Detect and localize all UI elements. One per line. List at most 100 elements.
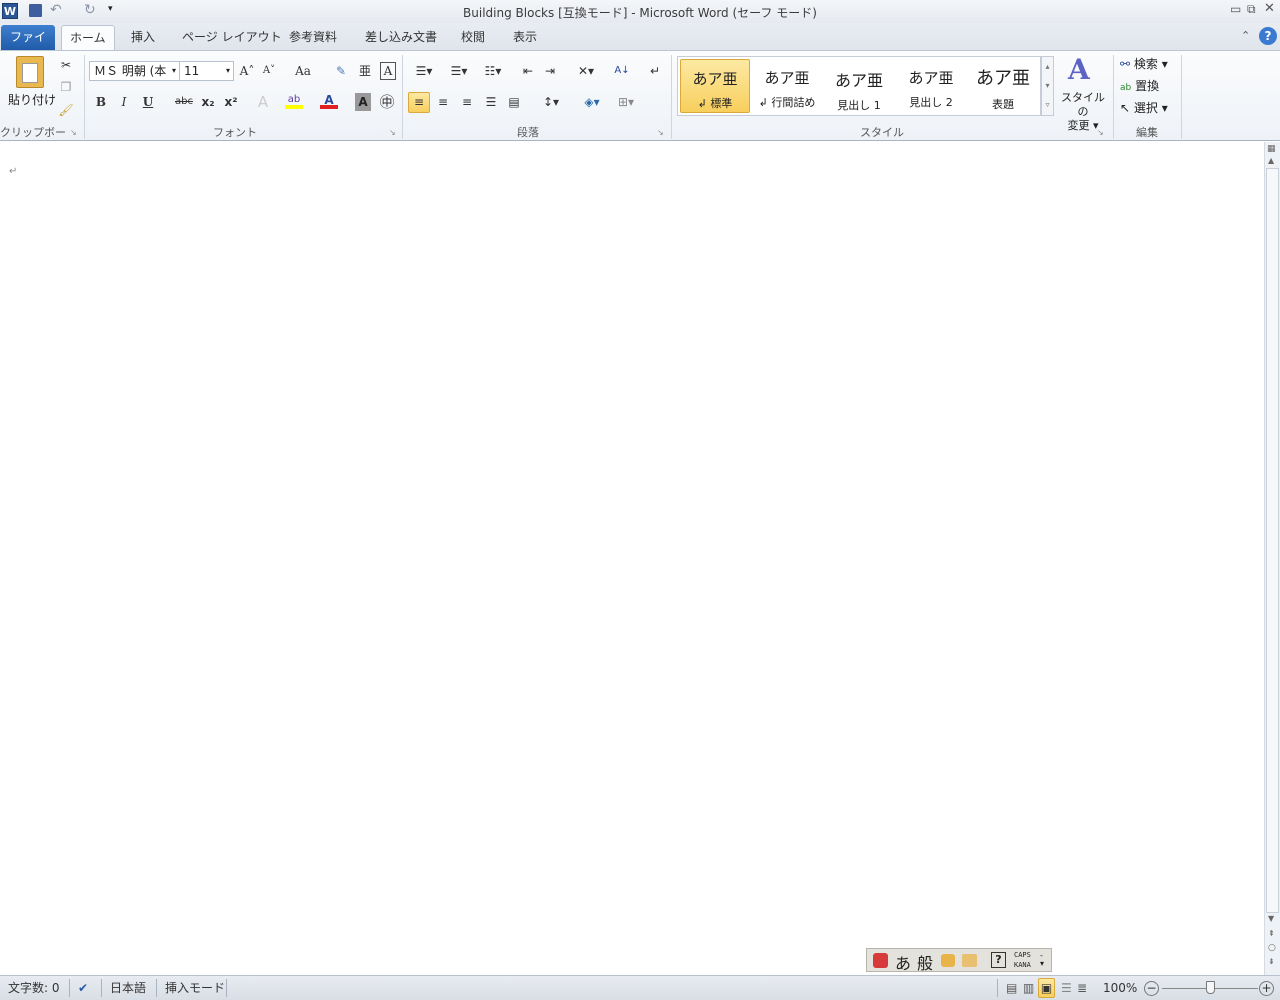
font-name-select[interactable]: ＭＳ 明朝 (本 ▾ [89, 61, 180, 81]
copy-icon[interactable]: ❐ [58, 78, 74, 96]
ime-options-icon[interactable]: - ▾ [1040, 952, 1044, 968]
language-indicator[interactable]: 日本語 [110, 979, 146, 997]
ime-icon[interactable] [873, 953, 888, 968]
conversion-mode-button[interactable]: 般 [917, 950, 933, 974]
character-border-icon[interactable]: A [380, 62, 396, 80]
font-launcher-icon[interactable]: ↘ [389, 124, 396, 142]
print-layout-icon[interactable]: ▤ [1006, 979, 1017, 997]
zoom-slider-thumb[interactable] [1206, 981, 1215, 994]
sort-button[interactable]: A↓ [613, 62, 631, 80]
scroll-down-icon[interactable]: ▼ [1268, 914, 1274, 923]
help-icon[interactable]: ? [1259, 27, 1277, 45]
font-size-select[interactable]: 11 ▾ [179, 61, 234, 81]
tab-mailings[interactable]: 差し込み文書 [357, 25, 445, 51]
zoom-level[interactable]: 100% [1103, 979, 1137, 997]
justify-button[interactable]: ☰ [482, 93, 500, 111]
replace-button[interactable]: ab 置換 [1120, 77, 1159, 94]
asian-layout-button[interactable]: ✕▾ [572, 62, 600, 80]
paste-icon[interactable] [16, 56, 44, 88]
decrease-indent-button[interactable]: ⇤ [519, 62, 537, 80]
next-page-icon[interactable]: ⇟ [1268, 957, 1275, 966]
underline-button[interactable]: U [140, 93, 156, 111]
tab-home[interactable]: ホーム [61, 25, 115, 51]
font-group-label: フォント [213, 126, 257, 139]
web-layout-icon[interactable]: ▣ [1038, 978, 1055, 998]
minimize-button[interactable]: ▭ [1230, 2, 1241, 16]
full-screen-reading-icon[interactable]: ▥ [1023, 979, 1034, 997]
text-effects-button[interactable]: A [254, 93, 272, 111]
tab-view[interactable]: 表示 [505, 25, 545, 51]
borders-button[interactable]: ⊞▾ [612, 93, 640, 111]
increase-indent-button[interactable]: ⇥ [541, 62, 559, 80]
find-button[interactable]: ⚯ 検索 ▾ [1120, 55, 1168, 72]
subscript-button[interactable]: x₂ [199, 93, 217, 111]
align-left-button[interactable]: ≡ [408, 92, 430, 113]
superscript-button[interactable]: x² [222, 93, 240, 111]
tab-review[interactable]: 校閲 [453, 25, 493, 51]
ruler-toggle-icon[interactable]: ▦ [1267, 144, 1276, 154]
align-center-button[interactable]: ≡ [434, 93, 452, 111]
style-heading-1[interactable]: あア亜 見出し 1 [824, 59, 894, 113]
show-marks-button[interactable]: ↵ [648, 62, 662, 80]
multilevel-list-button[interactable]: ☷▾ [479, 62, 507, 80]
style-no-spacing[interactable]: あア亜 ↲ 行間詰め [752, 59, 822, 113]
styles-launcher-icon[interactable]: ↘ [1097, 124, 1104, 142]
word-count[interactable]: 文字数: 0 [8, 979, 60, 997]
browse-object-icon[interactable]: ○ [1268, 943, 1276, 953]
document-area[interactable]: ↵ [0, 142, 1264, 975]
ime-pad-icon[interactable] [941, 954, 955, 967]
cut-icon[interactable]: ✂ [58, 56, 74, 74]
enclosed-character-icon[interactable]: 亜 [357, 62, 373, 80]
scroll-thumb[interactable] [1266, 168, 1279, 913]
close-button[interactable]: ✕ [1264, 1, 1275, 16]
tab-insert[interactable]: 挿入 [123, 25, 163, 51]
line-spacing-button[interactable]: ↕▾ [538, 93, 564, 111]
grow-font-button[interactable]: A˄ [238, 62, 256, 80]
bold-button[interactable]: B [93, 93, 109, 111]
change-styles-icon[interactable]: A [1068, 53, 1090, 86]
italic-button[interactable]: I [116, 93, 132, 111]
binoculars-icon: ⚯ [1120, 57, 1131, 71]
numbering-button[interactable]: ☰▾ [445, 62, 473, 80]
style-title[interactable]: あア亜 表題 [968, 59, 1038, 113]
highlight-button[interactable]: ab [285, 91, 303, 109]
ime-tools-icon[interactable] [962, 954, 977, 967]
enclose-character-button[interactable]: ㊥ [378, 93, 396, 111]
paste-button[interactable]: 貼り付け [8, 91, 56, 108]
phonetic-guide-icon[interactable]: ✎ [333, 62, 349, 80]
bullets-button[interactable]: ☰▾ [410, 62, 438, 80]
vertical-scrollbar[interactable]: ▦ ▲ ▼ ⇞ ○ ⇟ [1264, 142, 1280, 975]
distribute-button[interactable]: ▤ [505, 93, 523, 111]
draft-icon[interactable]: ≣ [1077, 979, 1087, 997]
paragraph-launcher-icon[interactable]: ↘ [657, 124, 664, 142]
ime-toolbar: あ 般 ? CAPS KANA - ▾ [866, 948, 1052, 974]
paragraph-group-label: 段落 [517, 126, 539, 139]
input-mode-button[interactable]: あ [895, 950, 911, 974]
tab-file[interactable]: ファイル [1, 25, 55, 68]
style-heading-2[interactable]: あア亜 見出し 2 [896, 59, 966, 113]
shading-button[interactable]: ◈▾ [578, 93, 606, 111]
scroll-up-icon[interactable]: ▲ [1268, 156, 1274, 165]
font-color-button[interactable]: A [320, 91, 338, 109]
proofing-icon[interactable]: ✔ [78, 979, 88, 997]
shrink-font-button[interactable]: A˅ [260, 62, 278, 80]
align-right-button[interactable]: ≡ [458, 93, 476, 111]
format-painter-icon[interactable]: 🖌 [58, 101, 74, 119]
zoom-out-button[interactable]: − [1144, 981, 1159, 996]
clipboard-launcher-icon[interactable]: ↘ [70, 124, 77, 142]
restore-button[interactable]: ⧉ [1247, 2, 1256, 17]
styles-scroll-buttons[interactable]: ▴ ▾ ▿ [1041, 56, 1054, 116]
tab-references[interactable]: 参考資料 [281, 25, 345, 51]
style-normal[interactable]: あア亜 ↲ 標準 [680, 59, 750, 113]
zoom-in-button[interactable]: + [1259, 981, 1274, 996]
minimize-ribbon-icon[interactable]: ⌃ [1241, 29, 1250, 42]
previous-page-icon[interactable]: ⇞ [1268, 929, 1275, 938]
strikethrough-button[interactable]: abc [173, 93, 195, 111]
character-shading-button[interactable]: A [355, 93, 371, 111]
outline-icon[interactable]: ☰ [1061, 979, 1072, 997]
insert-mode-indicator[interactable]: 挿入モード [165, 979, 225, 997]
change-case-button[interactable]: Aa [291, 62, 315, 80]
ime-help-icon[interactable]: ? [991, 952, 1006, 968]
tab-page-layout[interactable]: ページ レイアウト [174, 25, 290, 51]
select-button[interactable]: ↖ 選択 ▾ [1120, 99, 1168, 116]
